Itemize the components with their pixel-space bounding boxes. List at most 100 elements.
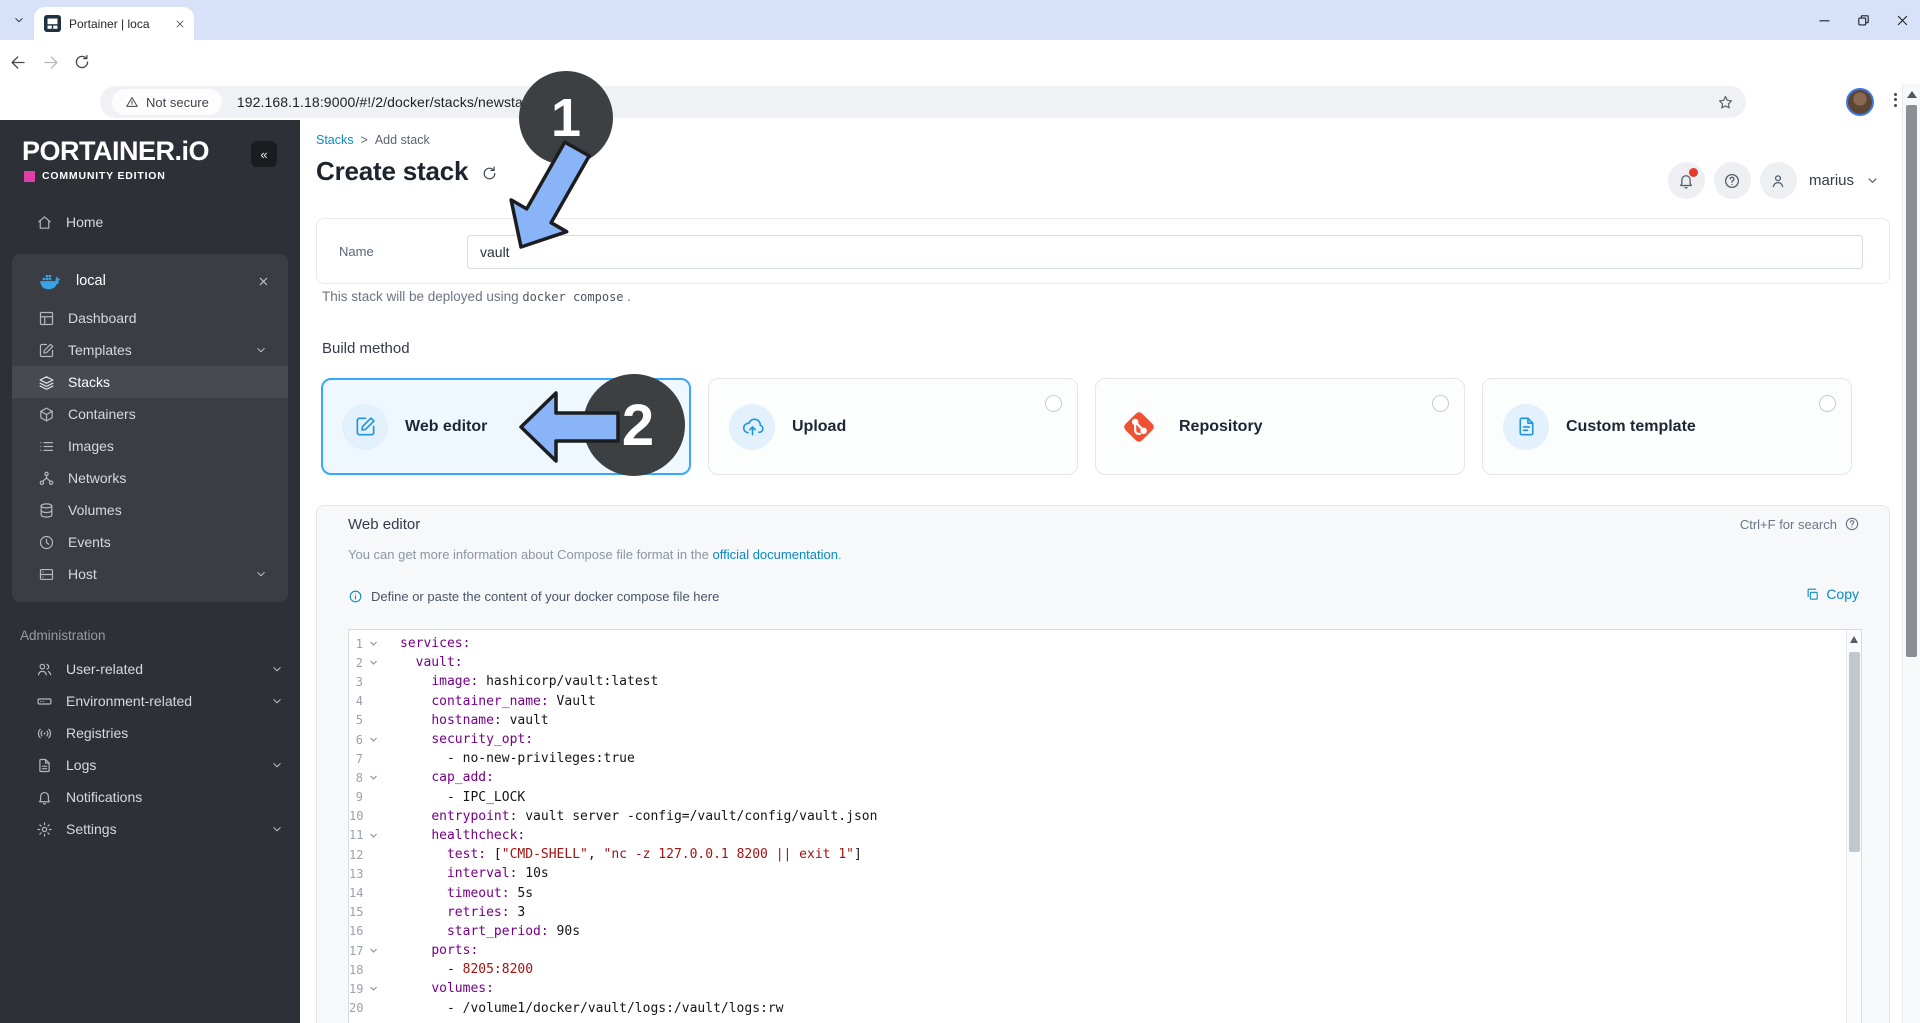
close-window-icon[interactable] (1895, 13, 1910, 28)
radio-unselected-icon[interactable] (1045, 395, 1062, 412)
scroll-up-arrow-icon[interactable] (1850, 636, 1858, 643)
help-icon[interactable] (1844, 516, 1860, 532)
official-documentation-link[interactable]: official documentation (712, 547, 838, 562)
code-line[interactable]: 2 vault: (349, 653, 1861, 672)
sidebar-item-volumes[interactable]: Volumes (12, 494, 288, 526)
code-line[interactable]: 11 healthcheck: (349, 826, 1861, 845)
forward-icon[interactable] (41, 53, 60, 72)
code-text: start_period: 90s (383, 924, 580, 939)
code-line[interactable]: 6 security_opt: (349, 730, 1861, 749)
code-line[interactable]: 8 cap_add: (349, 768, 1861, 787)
editor-scrollbar-thumb[interactable] (1849, 652, 1860, 852)
sidebar-item-dashboard[interactable]: Dashboard (12, 302, 288, 334)
code-line[interactable]: 17 ports: (349, 941, 1861, 960)
code-line[interactable]: 14 timeout: 5s (349, 883, 1861, 902)
editor-scrollbar[interactable] (1846, 630, 1861, 1023)
profile-avatar[interactable] (1846, 88, 1874, 116)
stack-name-input[interactable] (467, 235, 1863, 269)
sidebar-item-containers[interactable]: Containers (12, 398, 288, 430)
code-line[interactable]: 1services: (349, 634, 1861, 653)
build-method-options: Web editor Upload Repository Custom temp… (321, 378, 1852, 475)
close-environment-icon[interactable] (257, 275, 270, 288)
build-method-repository[interactable]: Repository (1095, 378, 1465, 475)
breadcrumb-stacks-link[interactable]: Stacks (316, 133, 354, 147)
fold-chevron-icon[interactable] (363, 639, 383, 648)
build-method-upload[interactable]: Upload (708, 378, 1078, 475)
collapse-sidebar-icon[interactable]: « (251, 141, 277, 167)
fold-chevron-icon[interactable] (363, 946, 383, 955)
sidebar-item-logs[interactable]: Logs (0, 749, 300, 781)
build-method-label: Build method (322, 340, 410, 357)
sidebar-item-registries[interactable]: Registries (0, 717, 300, 749)
code-line[interactable]: 19 volumes: (349, 979, 1861, 998)
docker-whale-icon (38, 270, 61, 293)
radio-unselected-icon[interactable] (1819, 395, 1836, 412)
build-method-web-editor[interactable]: Web editor (321, 378, 691, 475)
sidebar-item-settings[interactable]: Settings (0, 813, 300, 845)
code-text: timeout: 5s (383, 886, 533, 901)
code-line[interactable]: 18 - 8205:8200 (349, 960, 1861, 979)
username[interactable]: marius (1809, 172, 1854, 189)
page-scrollbar[interactable] (1902, 84, 1920, 1023)
sidebar-item-images[interactable]: Images (12, 430, 288, 462)
refresh-icon[interactable] (481, 165, 498, 182)
code-line[interactable]: 3 image: hashicorp/vault:latest (349, 672, 1861, 691)
sidebar-item-home[interactable]: Home (0, 206, 300, 238)
code-line[interactable]: 10 entrypoint: vault server -config=/vau… (349, 807, 1861, 826)
bookmark-star-icon[interactable] (1717, 94, 1734, 111)
fold-chevron-icon[interactable] (363, 831, 383, 840)
fold-chevron-icon[interactable] (363, 773, 383, 782)
code-text: volumes: (383, 981, 494, 996)
code-line[interactable]: 9 - IPC_LOCK (349, 788, 1861, 807)
environment-header[interactable]: local (12, 260, 288, 302)
url-text[interactable]: 192.168.1.18:9000/#!/2/docker/stacks/new… (237, 94, 537, 110)
browser-menu-icon[interactable] (1888, 90, 1902, 109)
close-tab-icon[interactable] (174, 18, 186, 30)
breadcrumb: Stacks > Add stack (316, 133, 430, 147)
help-button[interactable] (1714, 162, 1751, 199)
code-line[interactable]: 5 hostname: vault (349, 711, 1861, 730)
sidebar-item-notifications[interactable]: Notifications (0, 781, 300, 813)
sidebar-item-environment-related[interactable]: Environment-related (0, 685, 300, 717)
code-line[interactable]: 7 - no-new-privileges:true (349, 749, 1861, 768)
fold-chevron-icon[interactable] (363, 984, 383, 993)
not-secure-badge[interactable]: Not secure (112, 89, 222, 115)
sidebar-item-label: Home (66, 214, 103, 230)
code-text: - 8205:8200 (383, 962, 533, 977)
restore-icon[interactable] (1856, 13, 1871, 28)
copy-button[interactable]: Copy (1805, 586, 1859, 602)
tab-search-icon[interactable] (12, 13, 26, 27)
notifications-button[interactable] (1668, 162, 1705, 199)
reload-icon[interactable] (73, 53, 91, 71)
build-method-custom-template[interactable]: Custom template (1482, 378, 1852, 475)
browser-tab[interactable]: Portainer | loca (34, 7, 194, 40)
sidebar-item-user-related[interactable]: User-related (0, 653, 300, 685)
minimize-icon[interactable] (1817, 13, 1832, 28)
user-button[interactable] (1760, 162, 1797, 199)
sidebar-item-networks[interactable]: Networks (12, 462, 288, 494)
selected-check-icon (657, 394, 676, 413)
scroll-up-arrow-icon[interactable] (1907, 91, 1917, 98)
code-line[interactable]: 15 retries: 3 (349, 903, 1861, 922)
sidebar-item-templates[interactable]: Templates (12, 334, 288, 366)
code-line[interactable]: 13 interval: 10s (349, 864, 1861, 883)
deploy-method-code: docker compose (522, 290, 623, 304)
code-text: entrypoint: vault server -config=/vault/… (383, 809, 877, 824)
page-scrollbar-thumb[interactable] (1906, 105, 1917, 657)
code-line[interactable]: 4 container_name: Vault (349, 692, 1861, 711)
url-bar[interactable]: Not secure 192.168.1.18:9000/#!/2/docker… (100, 86, 1746, 118)
code-line[interactable]: 12 test: ["CMD-SHELL", "nc -z 127.0.0.1 … (349, 845, 1861, 864)
back-icon[interactable] (9, 53, 28, 72)
sidebar-item-events[interactable]: Events (12, 526, 288, 558)
radio-unselected-icon[interactable] (1432, 395, 1449, 412)
code-editor[interactable]: 1services:2 vault:3 image: hashicorp/vau… (348, 629, 1862, 1023)
code-line[interactable]: 16 start_period: 90s (349, 922, 1861, 941)
fold-chevron-icon[interactable] (363, 735, 383, 744)
web-editor-title: Web editor (348, 516, 420, 533)
sidebar-item-host[interactable]: Host (12, 558, 288, 590)
sidebar-item-stacks[interactable]: Stacks (12, 366, 288, 398)
browser-toolbar: Not secure 192.168.1.18:9000/#!/2/docker… (0, 40, 1920, 84)
fold-chevron-icon[interactable] (363, 658, 383, 667)
code-line[interactable]: 20 - /volume1/docker/vault/logs:/vault/l… (349, 999, 1861, 1018)
chevron-down-icon[interactable] (1865, 173, 1880, 188)
